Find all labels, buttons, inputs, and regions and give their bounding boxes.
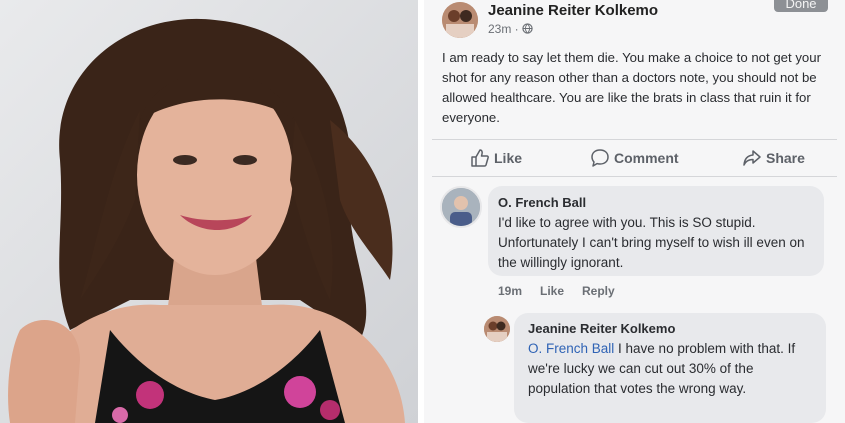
author-avatar[interactable] (442, 2, 478, 38)
mention-link[interactable]: O. French Ball (528, 341, 614, 356)
post-time: 23m · (488, 22, 519, 36)
divider (432, 139, 837, 140)
post-author-name[interactable]: Jeanine Reiter Kolkemo (488, 2, 658, 19)
comment-icon (591, 149, 609, 167)
share-icon (743, 150, 761, 166)
comment-bubble: O. French Ball I'd like to agree with yo… (488, 186, 824, 276)
comment-label: Comment (614, 150, 679, 166)
globe-icon (522, 23, 533, 34)
share-label: Share (766, 150, 805, 166)
post-header: Jeanine Reiter Kolkemo 23m · Done (424, 0, 845, 44)
reply-author-avatar[interactable] (484, 316, 510, 342)
reply-text: O. French Ball I have no problem with th… (528, 339, 818, 399)
post-actions-bar: Like Comment Share (424, 146, 845, 172)
portrait-photo (0, 0, 418, 423)
comment-like-link[interactable]: Like (540, 284, 564, 298)
done-button[interactable]: Done (774, 0, 828, 12)
post-timestamp: 23m · (488, 22, 533, 36)
comment-author-name[interactable]: O. French Ball (498, 195, 586, 210)
like-label: Like (494, 150, 523, 166)
post-body-text: I am ready to say let them die. You make… (442, 50, 821, 125)
reply-author-name[interactable]: Jeanine Reiter Kolkemo (528, 321, 675, 336)
like-icon (471, 149, 489, 167)
reply-bubble: Jeanine Reiter Kolkemo O. French Ball I … (514, 313, 826, 423)
commenter-avatar[interactable] (440, 186, 482, 228)
facebook-post-panel: Jeanine Reiter Kolkemo 23m · Done I am r… (424, 0, 845, 423)
comment-reply-link[interactable]: Reply (582, 284, 615, 298)
comment-text: I'd like to agree with you. This is SO s… (498, 215, 805, 270)
divider (432, 176, 837, 177)
comment-time: 19m (498, 284, 523, 298)
